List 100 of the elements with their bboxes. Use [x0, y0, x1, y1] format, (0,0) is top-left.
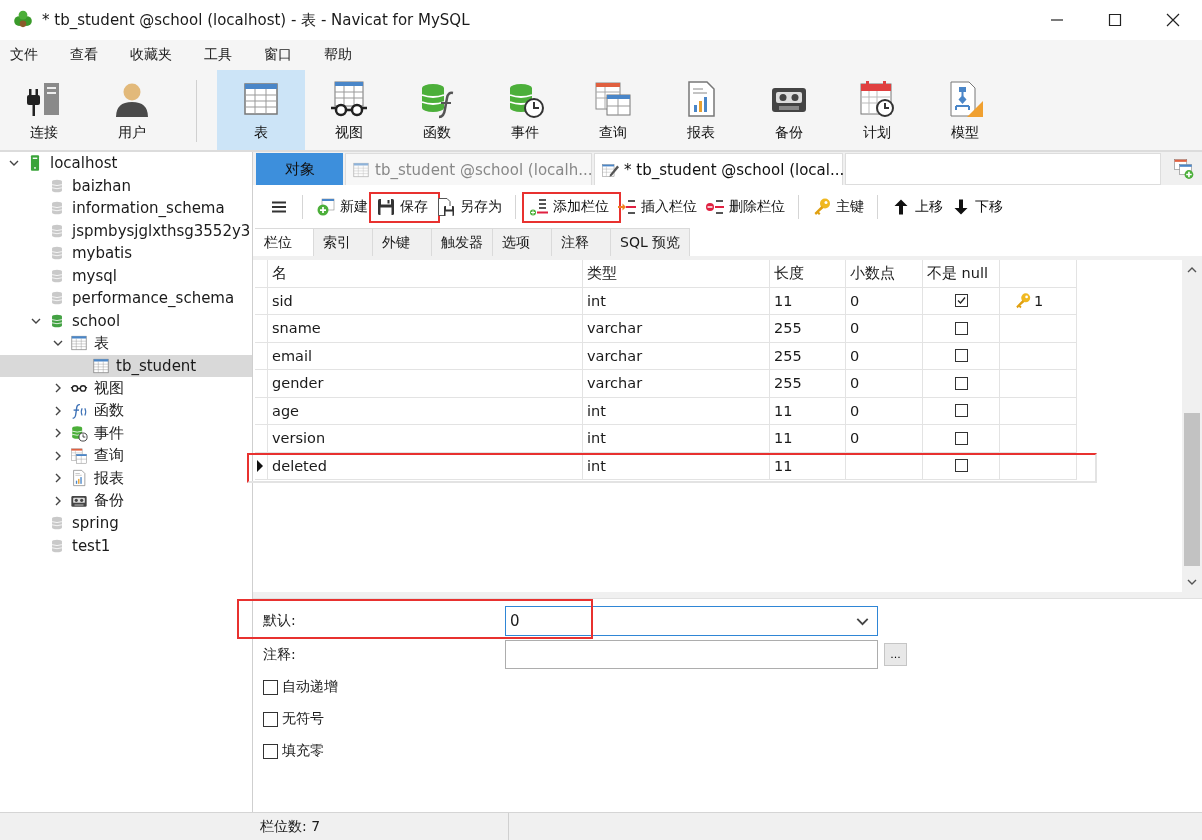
chevron-right-icon[interactable] [53, 405, 63, 416]
tab[interactable]: 对象 [256, 153, 343, 185]
table-cell: 0 [846, 287, 923, 315]
toolbar-button[interactable]: 添加栏位 [525, 193, 613, 220]
chevron-right-icon[interactable] [53, 383, 63, 394]
tab[interactable]: 触发器 [432, 228, 493, 256]
toolbar-button[interactable]: 报表 [657, 70, 745, 150]
menu-item[interactable]: 收藏夹 [124, 44, 178, 66]
checkbox[interactable] [954, 349, 968, 363]
table-cell: int [583, 425, 770, 453]
save-icon [376, 196, 396, 217]
table-cell: varchar [583, 342, 770, 370]
function-icon [70, 401, 88, 420]
tables-icon [70, 446, 88, 465]
menu-item[interactable]: 帮助 [318, 44, 358, 66]
tree-item[interactable]: localhost [0, 152, 252, 175]
maximize-icon [1108, 13, 1122, 27]
toolbar-button[interactable]: 用户 [88, 70, 176, 150]
toolbar-button[interactable]: 下移 [947, 193, 1007, 220]
chevron-right-icon[interactable] [53, 473, 63, 484]
tree-item[interactable]: 备份 [0, 489, 252, 512]
checkbox[interactable] [954, 404, 968, 418]
table-cell: 255 [770, 370, 846, 398]
toolbar-button[interactable]: 上移 [887, 193, 947, 220]
toolbar-button[interactable]: 备份 [745, 70, 833, 150]
calendar-clock-icon [857, 78, 897, 119]
tab[interactable]: SQL 预览 [611, 228, 691, 256]
checkbox[interactable] [954, 376, 968, 390]
table-cell: email [268, 342, 583, 370]
tab[interactable]: 栏位 [255, 228, 314, 256]
tab[interactable]: 注释 [552, 228, 611, 256]
tree-item[interactable]: 报表 [0, 467, 252, 490]
chevron-right-icon[interactable] [53, 495, 63, 506]
tree-item[interactable]: 查询 [0, 444, 252, 467]
tree-item[interactable]: 表 [0, 332, 252, 355]
menu-item[interactable]: 工具 [198, 44, 238, 66]
toolbar-button[interactable]: 函数 [393, 70, 481, 150]
checkbox[interactable] [954, 321, 968, 335]
tree-item[interactable]: information_schema [0, 197, 252, 220]
chevron-right-icon[interactable] [53, 450, 63, 461]
toolbar-button[interactable]: 表 [217, 70, 305, 150]
table-cell: int [583, 452, 770, 480]
toolbar-button[interactable]: 保存 [372, 193, 432, 220]
table-add-icon [1173, 158, 1195, 180]
tree-item[interactable]: spring [0, 512, 252, 535]
table-cell: 255 [770, 315, 846, 343]
tab[interactable]: 外键 [373, 228, 432, 256]
toolbar-button[interactable]: 查询 [569, 70, 657, 150]
toolbar-button[interactable]: 新建 [312, 193, 372, 220]
checkbox[interactable] [263, 711, 278, 727]
tree-item[interactable]: mysql [0, 264, 252, 287]
tree-item[interactable]: jspmbysjglxthsg3552y3 [0, 219, 252, 242]
browse-button[interactable]: ... [884, 643, 907, 666]
toolbar-button[interactable]: 计划 [833, 70, 921, 150]
status-text: 栏位数: 7 [260, 813, 509, 840]
toolbar-button[interactable]: 连接 [0, 70, 88, 150]
checkbox[interactable] [954, 294, 968, 308]
tree-item[interactable]: performance_schema [0, 287, 252, 310]
menu-item[interactable]: 文件 [4, 44, 44, 66]
toolbar-button[interactable]: 主键 [808, 193, 868, 220]
scrollbar-thumb[interactable] [1184, 413, 1200, 566]
comment-field[interactable] [505, 640, 878, 669]
column-header: 不是 null [923, 260, 1000, 288]
menu-item[interactable]: 查看 [64, 44, 104, 66]
checkbox[interactable] [954, 459, 968, 473]
tree-item[interactable]: 视图 [0, 377, 252, 400]
table-cell: 11 [770, 287, 846, 315]
tab[interactable]: 索引 [314, 228, 373, 256]
tree-item[interactable]: tb_student [0, 354, 252, 377]
column-header [255, 260, 268, 288]
close-icon [1166, 13, 1180, 27]
tree-item[interactable]: baizhan [0, 174, 252, 197]
default-combobox[interactable]: 0 [505, 606, 878, 636]
chevron-right-icon[interactable] [53, 428, 63, 439]
toolbar-button[interactable]: 视图 [305, 70, 393, 150]
toolbar-button[interactable]: 插入栏位 [613, 193, 701, 220]
table-cell: 0 [846, 425, 923, 453]
toolbar-button[interactable]: 删除栏位 [701, 193, 789, 220]
tree-item[interactable]: test1 [0, 534, 252, 557]
table-cell: 0 [846, 342, 923, 370]
report-chart-icon [70, 469, 88, 488]
tree-item[interactable]: 函数 [0, 399, 252, 422]
tree-item[interactable]: 事件 [0, 422, 252, 445]
checkbox[interactable] [263, 679, 278, 695]
tree-item[interactable]: mybatis [0, 242, 252, 265]
checkbox[interactable] [954, 431, 968, 445]
save-as-icon [436, 196, 456, 217]
toolbar-button[interactable]: 事件 [481, 70, 569, 150]
checkbox[interactable] [263, 743, 278, 759]
tab[interactable]: 选项 [493, 228, 552, 256]
table-cell: deleted [268, 452, 583, 480]
table-cell: 11 [770, 425, 846, 453]
menu-item[interactable]: 窗口 [258, 44, 298, 66]
table-cell: 255 [770, 342, 846, 370]
toolbar-button[interactable]: 模型 [921, 70, 1009, 150]
checkbox-label: 无符号 [282, 710, 324, 728]
table-cell: 0 [846, 315, 923, 343]
tab[interactable]: * tb_student @school (local... [594, 153, 843, 185]
toolbar-button[interactable]: 另存为 [432, 193, 506, 220]
tree-item[interactable]: school [0, 309, 252, 332]
